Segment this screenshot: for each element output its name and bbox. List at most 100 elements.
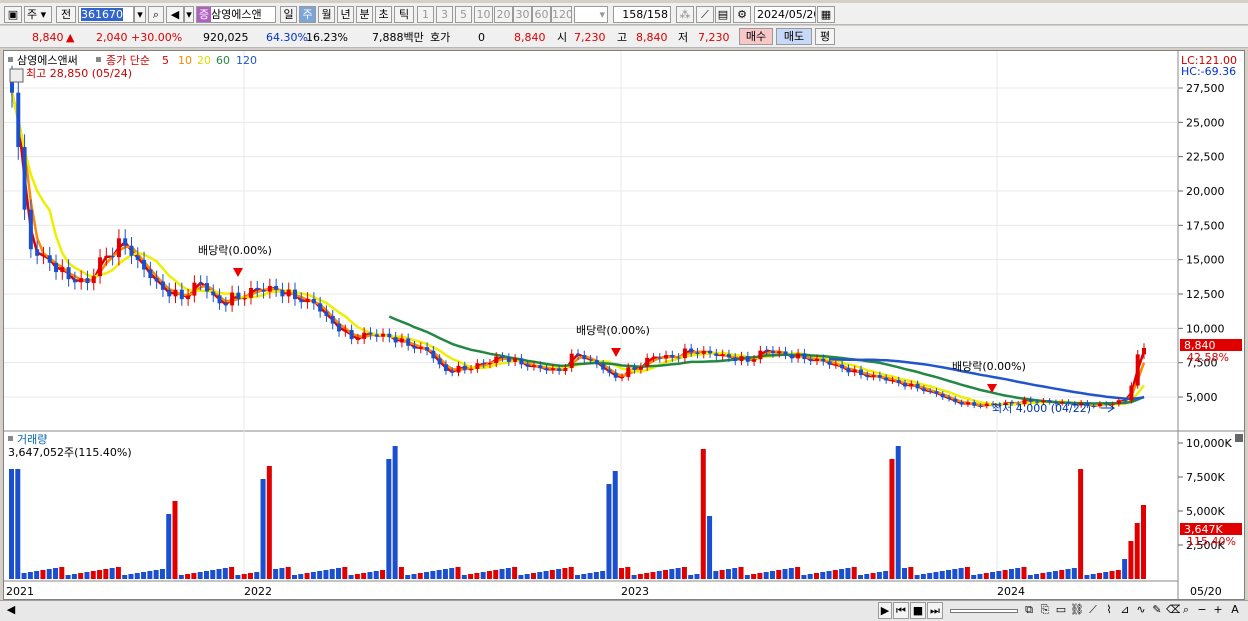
interval-3[interactable]: 3 <box>436 6 453 23</box>
volume-bar <box>436 570 442 579</box>
candle-body <box>311 298 316 304</box>
grid-toggle-icon[interactable] <box>9 68 24 83</box>
low-label: 저 <box>678 31 689 44</box>
candle-body <box>632 367 637 370</box>
candle-body <box>940 393 945 398</box>
volume-bar <box>593 572 599 579</box>
candle-body <box>745 356 750 362</box>
candle-body <box>934 391 939 394</box>
code-input[interactable]: 361670 <box>78 6 134 23</box>
zoom-slider[interactable] <box>950 609 1018 613</box>
flat-button[interactable]: 평 <box>815 28 835 45</box>
candle-body <box>167 289 172 297</box>
buy-button[interactable]: 매수 <box>739 28 773 45</box>
measure-tool-icon[interactable]: ⊿ <box>1118 602 1132 619</box>
chart-panel[interactable]: 27,500 25,000 22,500 20,000 17,500 15,000 12,5… <box>3 50 1245 600</box>
period-week[interactable]: 주 <box>299 6 316 23</box>
volume-bar <box>839 569 845 579</box>
layout-icon[interactable]: ▣ <box>4 6 22 23</box>
period-day[interactable]: 일 <box>280 6 297 23</box>
draw-line-icon[interactable]: ⟋ <box>696 6 714 23</box>
play-icon[interactable]: ▶ <box>878 602 892 619</box>
speaker-icon[interactable]: ◀ <box>166 6 184 23</box>
volume-tag-pct: 115.40% <box>1187 535 1236 548</box>
interval-5[interactable]: 5 <box>455 6 472 23</box>
volume-bar <box>587 573 593 579</box>
candle-body <box>764 350 769 352</box>
candle-body <box>60 267 65 273</box>
interval-120[interactable]: 120 <box>551 6 572 23</box>
hoga-value: 0 <box>478 31 485 44</box>
calendar-icon[interactable]: ▦ <box>817 6 835 23</box>
candle-body <box>299 299 304 303</box>
chart-tools-icon[interactable]: ⁂ <box>676 6 694 23</box>
period-type-select[interactable]: 주 ▾ <box>24 6 52 23</box>
chart-svg[interactable]: 27,500 25,000 22,500 20,000 17,500 15,000 12,5… <box>4 51 1244 599</box>
date-input[interactable]: 2024/05/20 <box>754 6 816 23</box>
layout-tool-icon[interactable]: ⧉ <box>1022 602 1036 619</box>
period-year[interactable]: 년 <box>337 6 354 23</box>
volume-bar <box>738 567 744 579</box>
trend-tool-icon[interactable]: ⟋ <box>1086 602 1100 619</box>
interval-custom-input[interactable]: ▾ <box>574 6 608 23</box>
candle-body <box>198 282 203 284</box>
candle-body <box>330 315 335 324</box>
zoom-search-icon[interactable]: ⌕ <box>1180 602 1192 619</box>
candle-body <box>362 332 367 339</box>
gear-icon[interactable]: ⚙ <box>733 6 751 23</box>
date-value: 2024/05/20 <box>757 8 816 21</box>
candle-body <box>1091 405 1096 407</box>
candle-body <box>22 147 27 210</box>
copy-tool-icon[interactable]: ⎘ <box>1038 602 1052 619</box>
zoom-in-icon[interactable]: + <box>1212 602 1224 619</box>
volume-bar <box>983 573 989 579</box>
candle-body <box>752 359 757 362</box>
save-icon[interactable]: ▤ <box>715 6 731 23</box>
candle-body <box>833 364 838 366</box>
page-count-field[interactable]: 158/158 <box>613 6 671 23</box>
interval-60[interactable]: 60 <box>532 6 551 23</box>
interval-10[interactable]: 10 <box>474 6 493 23</box>
sell-button[interactable]: 매도 <box>776 28 812 45</box>
period-tick[interactable]: 틱 <box>394 6 414 23</box>
search-icon[interactable]: ⌕ <box>148 6 164 23</box>
fib-tool-icon[interactable]: ⌇ <box>1102 602 1116 619</box>
brush-tool-icon[interactable]: ✎ <box>1150 602 1164 619</box>
candle-body <box>72 279 77 283</box>
zoom-out-icon[interactable]: − <box>1196 602 1208 619</box>
candle-body <box>393 337 398 343</box>
stock-menu-icon[interactable]: ▾ <box>184 6 194 23</box>
period-second[interactable]: 초 <box>375 6 392 23</box>
volume-bar <box>317 571 323 579</box>
candle-body <box>16 92 21 148</box>
prev-button[interactable]: 전 <box>56 6 76 23</box>
forward-icon[interactable]: ⏭ <box>927 602 943 619</box>
period-month[interactable]: 월 <box>318 6 335 23</box>
cycle-tool-icon[interactable]: ∿ <box>1134 602 1148 619</box>
shape-tool-icon[interactable]: ▭ <box>1054 602 1068 619</box>
volume-bar <box>719 570 725 579</box>
price-tick-label: 10,000 <box>1186 322 1225 335</box>
eraser-tool-icon[interactable]: ⌫ <box>1166 602 1180 619</box>
font-size-icon[interactable]: A <box>1228 602 1242 619</box>
scroll-left-icon[interactable]: ◀ <box>4 602 18 619</box>
bottom-toolbar: ◀ ▶ ⏮ ■ ⏭ ⧉ ⎘ ▭ ⛓ ⟋ ⌇ ⊿ ∿ ✎ ⌫ ⌕ − + A <box>0 600 1248 621</box>
stop-icon[interactable]: ■ <box>910 602 926 619</box>
interval-20[interactable]: 20 <box>494 6 513 23</box>
volume-bar <box>1052 571 1058 579</box>
close-pane-icon[interactable] <box>1235 434 1243 442</box>
link-tool-icon[interactable]: ⛓ <box>1070 602 1084 619</box>
volume-bar <box>568 567 574 579</box>
interval-1[interactable]: 1 <box>417 6 434 23</box>
volume-tick-label: 5,000K <box>1186 505 1225 518</box>
candle-body <box>676 357 681 359</box>
stock-name-field[interactable]: 증 삼영에스앤 <box>196 6 276 23</box>
candle-body <box>35 249 40 256</box>
volume-bar <box>128 574 134 579</box>
code-dropdown-icon[interactable]: ▾ <box>134 6 146 23</box>
rewind-icon[interactable]: ⏮ <box>893 602 909 619</box>
interval-30[interactable]: 30 <box>513 6 532 23</box>
candle-body <box>274 285 279 290</box>
period-minute[interactable]: 분 <box>356 6 373 23</box>
volume-bar <box>669 569 675 579</box>
